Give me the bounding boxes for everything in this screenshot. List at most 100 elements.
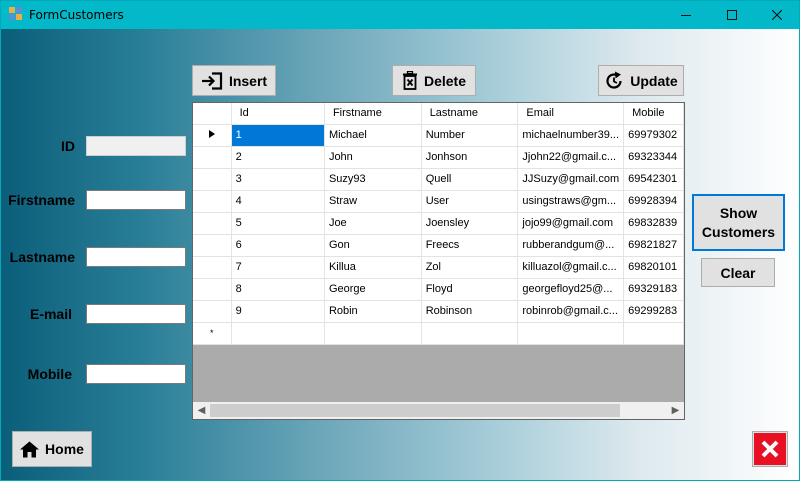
column-header-email[interactable]: Email (517, 103, 625, 125)
update-button[interactable]: Update (598, 65, 684, 96)
row-header[interactable] (193, 190, 232, 213)
cell-lastname[interactable]: Jonhson (421, 146, 519, 169)
cell-firstname[interactable]: John (324, 146, 422, 169)
cell-email[interactable]: Jjohn22@gmail.c... (517, 146, 625, 169)
scrollbar-thumb[interactable] (210, 404, 620, 417)
id-label: ID (61, 138, 75, 154)
cell-lastname[interactable]: Number (421, 124, 519, 147)
mobile-field[interactable] (86, 364, 186, 384)
row-header[interactable] (193, 124, 232, 147)
cell-lastname[interactable]: User (421, 190, 519, 213)
cell-mobile[interactable]: 69832839 (623, 212, 684, 235)
cell-firstname[interactable]: Michael (324, 124, 422, 147)
table-row[interactable]: 3 Suzy93 Quell JJSuzy@gmail.com 69542301 (193, 168, 684, 191)
refresh-icon (606, 71, 622, 89)
cell-lastname[interactable]: Zol (421, 256, 519, 279)
cell-id[interactable]: 8 (231, 278, 325, 301)
cell-lastname[interactable]: Quell (421, 168, 519, 191)
cell-firstname[interactable]: Robin (324, 300, 422, 323)
table-row[interactable]: 1 Michael Number michaelnumber39... 69979302 (193, 124, 684, 147)
new-row-cell[interactable] (623, 322, 684, 345)
cell-id[interactable]: 3 (231, 168, 325, 191)
cell-email[interactable]: rubberandgum@... (517, 234, 625, 257)
cell-mobile[interactable]: 69323344 (623, 146, 684, 169)
table-row[interactable]: 9 Robin Robinson robinrob@gmail.c... 6929928… (193, 300, 684, 323)
horizontal-scrollbar[interactable]: ◀ ▶ (193, 402, 684, 419)
customers-data-grid[interactable]: Id Firstname Lastname Email Mobile 1 Michael N… (192, 102, 685, 420)
cell-firstname[interactable]: Gon (324, 234, 422, 257)
cell-firstname[interactable]: Killua (324, 256, 422, 279)
cell-lastname[interactable]: Joensley (421, 212, 519, 235)
lastname-field[interactable] (86, 247, 186, 267)
show-customers-button[interactable]: Show Customers (692, 194, 785, 251)
cell-mobile[interactable]: 69329183 (623, 278, 684, 301)
cell-email[interactable]: jojo99@gmail.com (517, 212, 625, 235)
cell-firstname[interactable]: Suzy93 (324, 168, 422, 191)
row-header[interactable] (193, 256, 232, 279)
new-row-cell[interactable] (231, 322, 325, 345)
cell-mobile[interactable]: 69928394 (623, 190, 684, 213)
column-header-lastname[interactable]: Lastname (421, 103, 519, 125)
cell-email[interactable]: georgefloyd25@... (517, 278, 625, 301)
cell-mobile[interactable]: 69299283 (623, 300, 684, 323)
column-header-firstname[interactable]: Firstname (324, 103, 422, 125)
cell-email[interactable]: robinrob@gmail.c... (517, 300, 625, 323)
cell-lastname[interactable]: Floyd (421, 278, 519, 301)
new-row-marker: * (193, 322, 232, 345)
cell-id[interactable]: 2 (231, 146, 325, 169)
clear-button[interactable]: Clear (701, 258, 775, 287)
table-row[interactable]: 5 Joe Joensley jojo99@gmail.com 69832839 (193, 212, 684, 235)
cell-email[interactable]: michaelnumber39... (517, 124, 625, 147)
row-header[interactable] (193, 168, 232, 191)
customers-window: FormCustomers ID Firstname Lastname E-ma… (0, 0, 800, 481)
cell-id[interactable]: 5 (231, 212, 325, 235)
cell-id[interactable]: 9 (231, 300, 325, 323)
cell-mobile[interactable]: 69820101 (623, 256, 684, 279)
insert-button[interactable]: Insert (192, 65, 276, 96)
cell-firstname[interactable]: Joe (324, 212, 422, 235)
new-row-cell[interactable] (324, 322, 422, 345)
home-button[interactable]: Home (12, 431, 92, 467)
id-field[interactable] (86, 136, 186, 156)
new-row-cell[interactable] (421, 322, 519, 345)
row-header[interactable] (193, 300, 232, 323)
delete-button[interactable]: Delete (392, 65, 476, 96)
cell-id[interactable]: 7 (231, 256, 325, 279)
grid-corner-header[interactable] (193, 103, 232, 125)
cell-mobile[interactable]: 69821827 (623, 234, 684, 257)
cell-id[interactable]: 1 (231, 124, 325, 147)
minimize-icon[interactable] (663, 1, 709, 29)
cell-lastname[interactable]: Freecs (421, 234, 519, 257)
table-row[interactable]: 6 Gon Freecs rubberandgum@... 69821827 (193, 234, 684, 257)
firstname-field[interactable] (86, 190, 186, 210)
column-header-id[interactable]: Id (231, 103, 325, 125)
email-field[interactable] (86, 304, 186, 324)
cell-email[interactable]: killuazol@gmail.c... (517, 256, 625, 279)
new-row-cell[interactable] (517, 322, 625, 345)
row-header[interactable] (193, 212, 232, 235)
cell-mobile[interactable]: 69542301 (623, 168, 684, 191)
row-header[interactable] (193, 278, 232, 301)
cell-mobile[interactable]: 69979302 (623, 124, 684, 147)
cell-id[interactable]: 6 (231, 234, 325, 257)
cell-email[interactable]: usingstraws@gm... (517, 190, 625, 213)
row-header[interactable] (193, 146, 232, 169)
table-row[interactable]: 2 John Jonhson Jjohn22@gmail.c... 69323344 (193, 146, 684, 169)
cell-email[interactable]: JJSuzy@gmail.com (517, 168, 625, 191)
exit-button[interactable] (752, 431, 788, 467)
table-row[interactable]: 8 George Floyd georgefloyd25@... 69329183 (193, 278, 684, 301)
maximize-icon[interactable] (709, 1, 755, 29)
cell-firstname[interactable]: George (324, 278, 422, 301)
new-row[interactable]: * (193, 322, 684, 345)
cell-firstname[interactable]: Straw (324, 190, 422, 213)
scroll-left-icon[interactable]: ◀ (193, 402, 210, 419)
scroll-right-icon[interactable]: ▶ (667, 402, 684, 419)
table-row[interactable]: 4 Straw User usingstraws@gm... 69928394 (193, 190, 684, 213)
close-icon[interactable] (754, 1, 800, 29)
current-row-indicator-icon (208, 130, 215, 138)
cell-lastname[interactable]: Robinson (421, 300, 519, 323)
cell-id[interactable]: 4 (231, 190, 325, 213)
table-row[interactable]: 7 Killua Zol killuazol@gmail.c... 69820101 (193, 256, 684, 279)
column-header-mobile[interactable]: Mobile (623, 103, 684, 125)
row-header[interactable] (193, 234, 232, 257)
